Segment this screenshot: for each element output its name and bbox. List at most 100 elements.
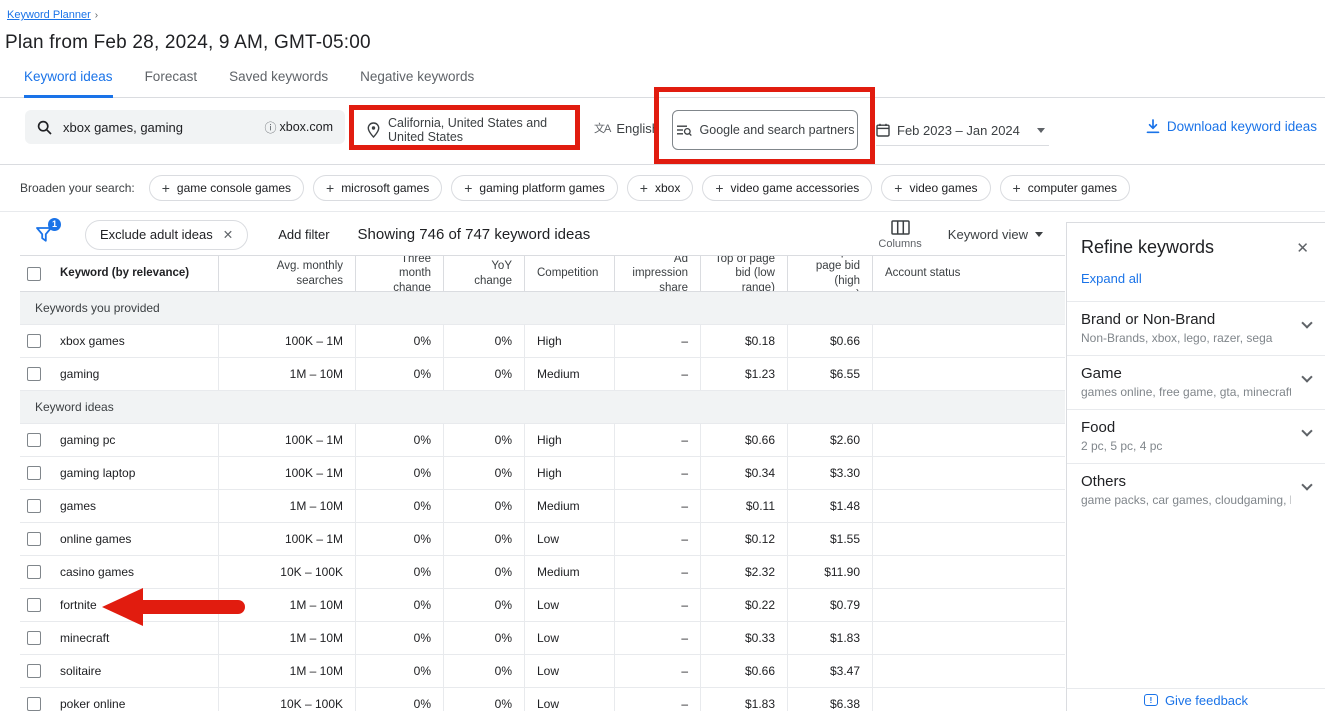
date-range-selector[interactable]: Feb 2023 – Jan 2024 [876, 117, 1049, 146]
chip-label: microsoft games [341, 181, 429, 195]
broaden-chip-video-games[interactable]: +video games [881, 175, 990, 201]
header-keyword[interactable]: Keyword (by relevance) [48, 256, 218, 291]
header-top-of-page-bid-high[interactable]: Top of page bid (high range) [787, 256, 872, 291]
row-checkbox[interactable] [27, 499, 41, 513]
cell-low-bid: $0.11 [700, 490, 787, 522]
cell-three-month: 0% [355, 325, 443, 357]
cell-low-bid: $0.22 [700, 589, 787, 621]
table-row-games: games 1M – 10M 0% 0% Medium – $0.11 $1.4… [20, 490, 1065, 523]
row-checkbox[interactable] [27, 532, 41, 546]
header-account-status[interactable]: Account status [872, 256, 1065, 291]
cell-three-month: 0% [355, 358, 443, 390]
expand-all-link[interactable]: Expand all [1081, 271, 1325, 286]
cell-yoy: 0% [443, 358, 524, 390]
chip-label: video games [909, 181, 977, 195]
cell-competition: Low [524, 589, 614, 621]
refine-group-title: Game [1081, 365, 1291, 382]
header-ad-impression-share[interactable]: Ad impression share [614, 256, 700, 291]
cell-yoy: 0% [443, 523, 524, 555]
site-filter[interactable]: ⓘ xbox.com [264, 119, 333, 136]
table-row-fortnite: fortnite 1M – 10M 0% 0% Low – $0.22 $0.7… [20, 589, 1065, 622]
refine-group-brand[interactable]: Brand or Non-Brand Non-Brands, xbox, leg… [1067, 301, 1325, 355]
close-icon[interactable]: ✕ [1296, 239, 1309, 257]
cell-yoy: 0% [443, 688, 524, 711]
table-row-solitaire: solitaire 1M – 10M 0% 0% Low – $0.66 $3.… [20, 655, 1065, 688]
chip-label: gaming platform games [479, 181, 604, 195]
download-keyword-ideas-button[interactable]: Download keyword ideas [1146, 119, 1317, 134]
header-top-of-page-bid-low[interactable]: Top of page bid (low range) [700, 256, 787, 291]
row-checkbox[interactable] [27, 598, 41, 612]
cell-account-status [872, 688, 1065, 711]
cell-avg-searches: 1M – 10M [218, 358, 355, 390]
broaden-chip-microsoft-games[interactable]: +microsoft games [313, 175, 442, 201]
broaden-chip-xbox[interactable]: +xbox [627, 175, 694, 201]
tab-bar: Keyword ideas Forecast Saved keywords Ne… [0, 69, 1325, 98]
row-checkbox[interactable] [27, 466, 41, 480]
refine-group-title: Brand or Non-Brand [1081, 311, 1291, 328]
broaden-chip-computer-games[interactable]: +computer games [1000, 175, 1131, 201]
table-row-gaming-pc: gaming pc 100K – 1M 0% 0% High – $0.66 $… [20, 424, 1065, 457]
tab-keyword-ideas[interactable]: Keyword ideas [24, 69, 113, 98]
cell-avg-searches: 10K – 100K [218, 556, 355, 588]
tab-forecast[interactable]: Forecast [145, 69, 198, 97]
keyword-search-input[interactable]: xbox games, gaming ⓘ xbox.com [25, 110, 345, 144]
cell-account-status [872, 490, 1065, 522]
broaden-chip-game-console-games[interactable]: +game console games [149, 175, 304, 201]
location-selector[interactable]: California, United States and United Sta… [355, 109, 575, 150]
broaden-chip-gaming-platform-games[interactable]: +gaming platform games [451, 175, 618, 201]
row-checkbox[interactable] [27, 334, 41, 348]
cell-avg-searches: 100K – 1M [218, 457, 355, 489]
cell-yoy: 0% [443, 424, 524, 456]
search-icon [37, 120, 52, 135]
give-feedback-button[interactable]: ! Give feedback [1067, 688, 1325, 711]
tab-negative-keywords[interactable]: Negative keywords [360, 69, 474, 97]
cell-yoy: 0% [443, 325, 524, 357]
search-value: xbox games, gaming [63, 120, 264, 135]
cell-three-month: 0% [355, 457, 443, 489]
cell-avg-searches: 100K – 1M [218, 424, 355, 456]
breadcrumb-link-keyword-planner[interactable]: Keyword Planner [7, 9, 91, 21]
broaden-label: Broaden your search: [20, 181, 135, 195]
cell-avg-searches: 1M – 10M [218, 622, 355, 654]
row-checkbox[interactable] [27, 367, 41, 381]
refine-group-others[interactable]: Others game packs, car games, cloudgamin… [1067, 463, 1325, 517]
filter-funnel-button[interactable]: 1 [34, 224, 56, 246]
header-competition[interactable]: Competition [524, 256, 614, 291]
row-checkbox[interactable] [27, 697, 41, 711]
refine-group-title: Others [1081, 473, 1291, 490]
cell-ad-share: – [614, 523, 700, 555]
remove-filter-icon[interactable]: ✕ [223, 227, 233, 242]
cell-avg-searches: 100K – 1M [218, 523, 355, 555]
cell-keyword: xbox games [48, 325, 218, 357]
search-network-icon [676, 124, 692, 137]
add-filter-button[interactable]: Add filter [278, 227, 329, 242]
cell-low-bid: $2.32 [700, 556, 787, 588]
table-header-row: Keyword (by relevance) Avg. monthly sear… [20, 255, 1065, 292]
select-all-checkbox[interactable] [27, 267, 41, 281]
row-checkbox[interactable] [27, 433, 41, 447]
cell-account-status [872, 622, 1065, 654]
cell-ad-share: – [614, 424, 700, 456]
columns-button[interactable]: Columns [878, 220, 921, 250]
cell-account-status [872, 424, 1065, 456]
refine-group-game[interactable]: Game games online, free game, gta, minec… [1067, 355, 1325, 409]
header-yoy-change[interactable]: YoY change [443, 256, 524, 291]
cell-competition: Low [524, 688, 614, 711]
header-three-month-change[interactable]: Three month change [355, 256, 443, 291]
header-avg-monthly-searches[interactable]: Avg. monthly searches [218, 256, 355, 291]
tab-saved-keywords[interactable]: Saved keywords [229, 69, 328, 97]
cell-avg-searches: 1M – 10M [218, 589, 355, 621]
language-selector[interactable]: 文A English [594, 120, 659, 136]
keyword-view-dropdown[interactable]: Keyword view [948, 227, 1043, 242]
cell-competition: Low [524, 622, 614, 654]
cell-competition: Medium [524, 358, 614, 390]
broaden-chip-video-game-accessories[interactable]: +video game accessories [702, 175, 872, 201]
row-checkbox[interactable] [27, 664, 41, 678]
cell-ad-share: – [614, 490, 700, 522]
row-checkbox[interactable] [27, 565, 41, 579]
refine-group-food[interactable]: Food 2 pc, 5 pc, 4 pc [1067, 409, 1325, 463]
row-checkbox[interactable] [27, 631, 41, 645]
network-selector[interactable]: Google and search partners [672, 110, 858, 150]
exclude-adult-ideas-chip[interactable]: Exclude adult ideas ✕ [85, 220, 248, 250]
section-keywords-you-provided: Keywords you provided [20, 292, 1065, 325]
